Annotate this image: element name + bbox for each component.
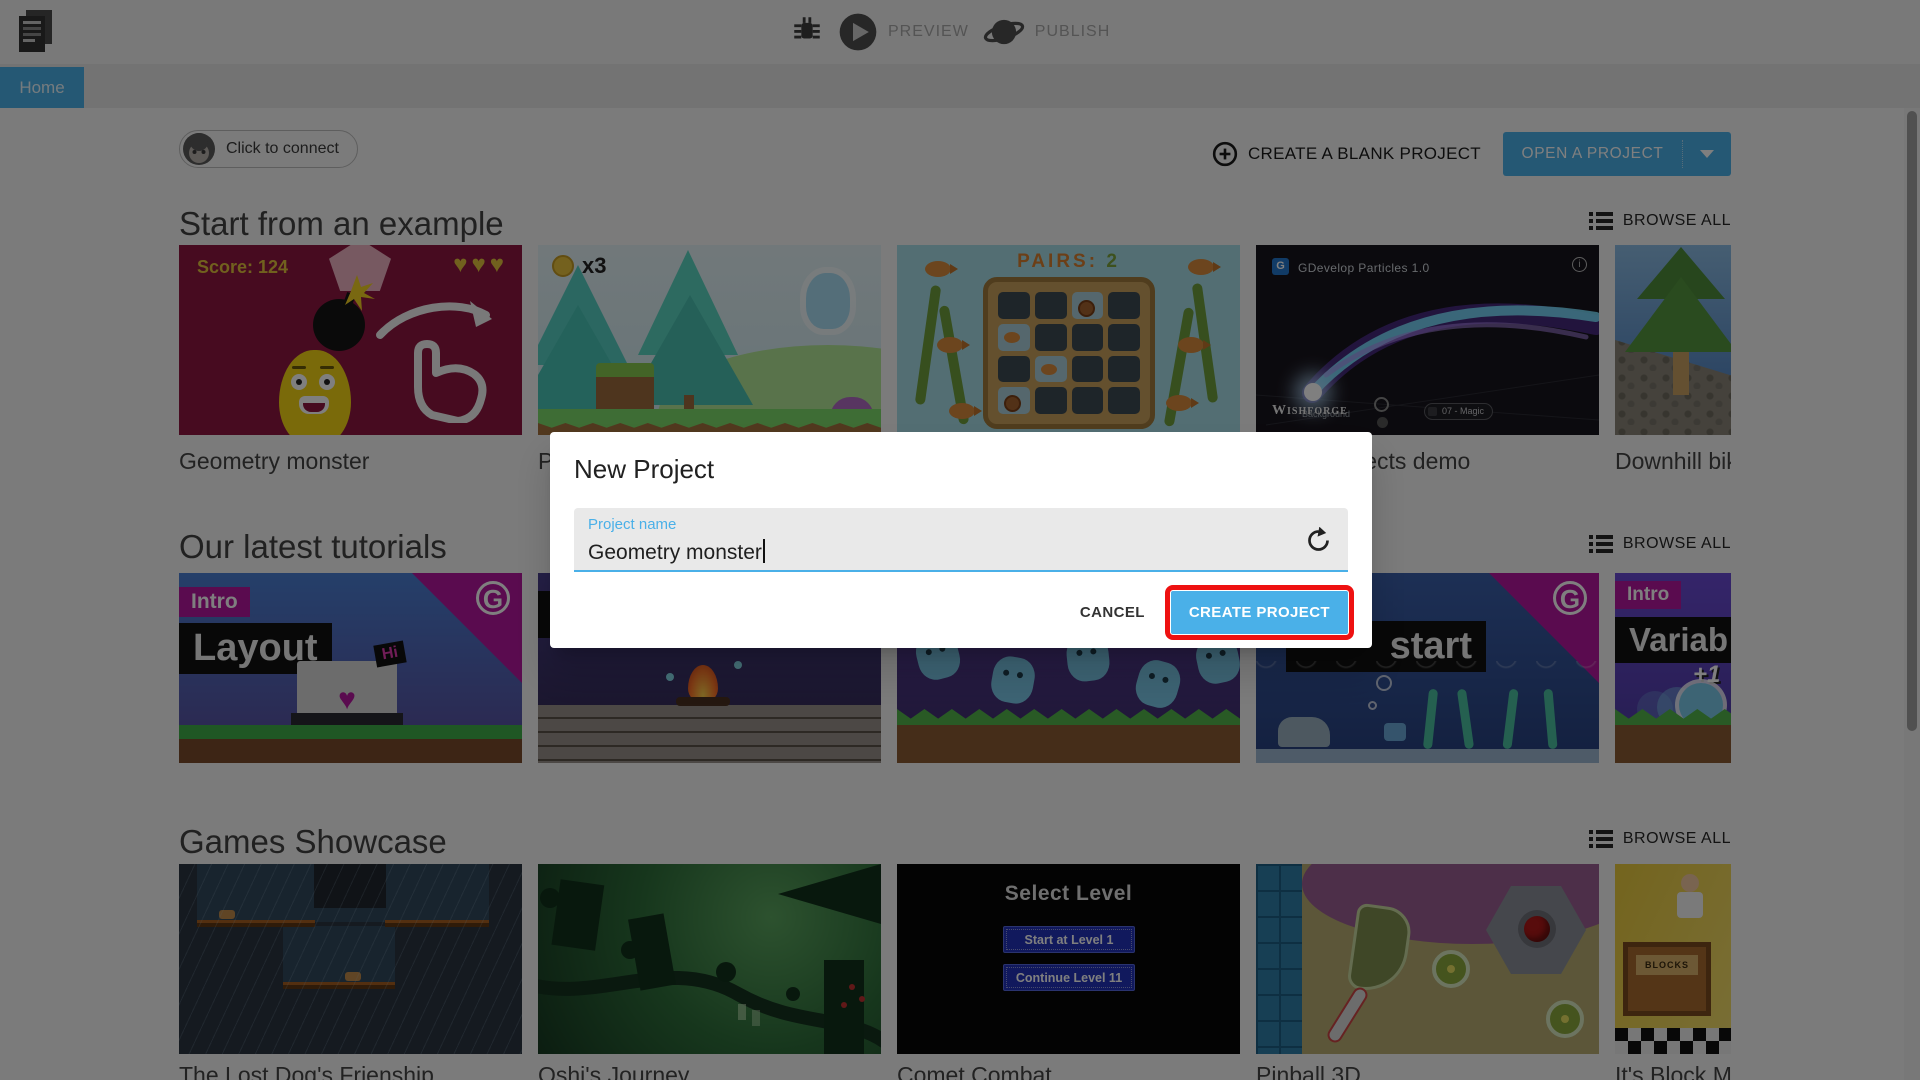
dialog-title: New Project [574, 454, 715, 484]
cancel-button[interactable]: CANCEL [1080, 604, 1145, 621]
create-project-button[interactable]: CREATE PROJECT [1164, 585, 1355, 640]
project-name-field[interactable]: Project name Geometry monster [574, 508, 1348, 572]
text-cursor [762, 539, 765, 563]
project-name-value: Geometry monster [588, 539, 765, 565]
new-project-dialog: New Project Project name Geometry monste… [550, 432, 1372, 648]
refresh-icon[interactable] [1305, 527, 1332, 554]
project-name-label: Project name [588, 516, 677, 533]
